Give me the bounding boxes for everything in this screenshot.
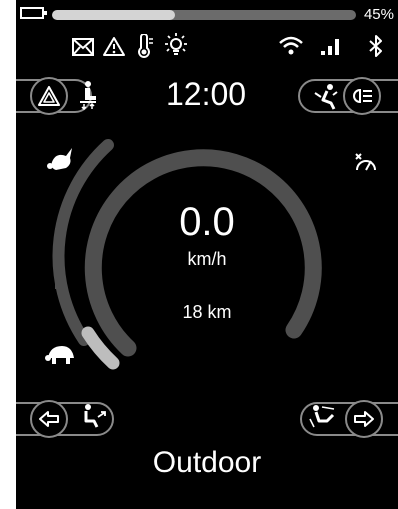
arrow-left-icon (39, 411, 59, 427)
previous-button[interactable] (30, 400, 68, 438)
drive-mode-label: Outdoor (152, 446, 262, 479)
arrow-right-icon (354, 411, 374, 427)
wheelchair-display: 45% 12:00 0.0 km/h 18 km Outdoor (16, 0, 398, 509)
seat-tilt-icon (84, 404, 106, 428)
speed-unit: km/h (187, 249, 227, 269)
seat-leg-button[interactable] (308, 403, 340, 438)
seat-tilt-button[interactable] (78, 403, 108, 438)
speed-value: 0.0 (179, 200, 235, 244)
next-button[interactable] (345, 400, 383, 438)
speed-range-tick (55, 282, 59, 289)
trip-distance: 18 km (182, 302, 232, 322)
seat-leg-icon (309, 405, 335, 428)
